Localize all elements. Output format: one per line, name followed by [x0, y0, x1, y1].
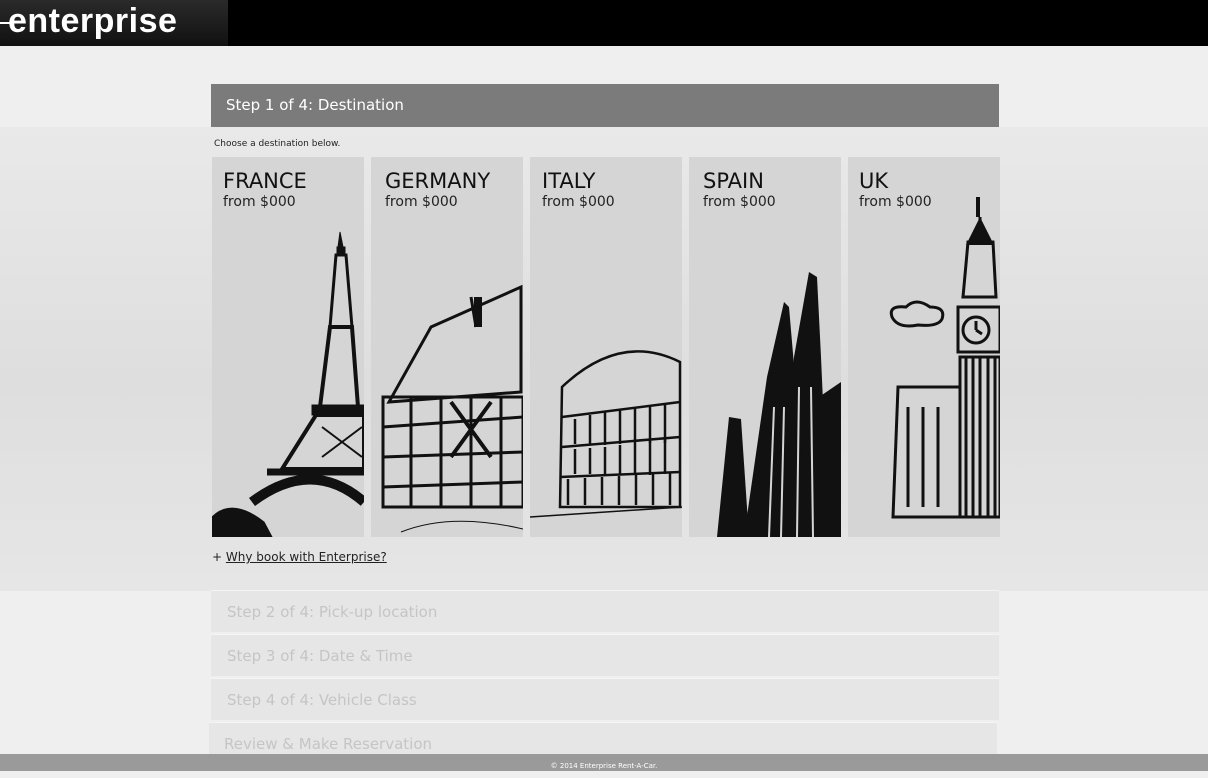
logo[interactable]: enterprise — [0, 0, 228, 46]
step-2-header[interactable]: Step 2 of 4: Pick-up location — [211, 590, 999, 632]
top-bar: enterprise — [0, 0, 1208, 46]
big-ben-icon — [889, 197, 1000, 519]
card-country: ITALY — [542, 169, 596, 193]
card-price: from $000 — [859, 194, 932, 210]
card-price: from $000 — [385, 194, 458, 210]
why-book-link[interactable]: Why book with Enterprise? — [226, 550, 387, 564]
card-price: from $000 — [542, 194, 615, 210]
sagrada-familia-icon — [717, 272, 841, 537]
logo-text: enterprise — [8, 2, 178, 40]
step-3-header[interactable]: Step 3 of 4: Date & Time — [211, 634, 999, 676]
destination-card-germany[interactable]: GERMANY from $000 — [371, 157, 523, 537]
card-price: from $000 — [703, 194, 776, 210]
destination-card-uk[interactable]: UK from $000 — [848, 157, 1000, 537]
step-1-header[interactable]: Step 1 of 4: Destination — [211, 84, 999, 127]
card-country: UK — [859, 169, 889, 193]
instructions-text: Choose a destination below. — [214, 139, 341, 149]
card-country: SPAIN — [703, 169, 764, 193]
card-country: FRANCE — [223, 169, 307, 193]
footer-copyright: © 2014 Enterprise Rent-A-Car. — [0, 754, 1208, 771]
step-4-header[interactable]: Step 4 of 4: Vehicle Class — [211, 678, 999, 720]
expand-plus-icon: + — [212, 550, 223, 564]
card-country: GERMANY — [385, 169, 491, 193]
why-book-section: + Why book with Enterprise? — [212, 550, 387, 564]
half-timbered-house-icon — [381, 284, 523, 533]
card-price: from $000 — [223, 194, 296, 210]
destination-card-italy[interactable]: ITALY from $000 — [530, 157, 682, 537]
destination-card-france[interactable]: FRANCE from $000 — [212, 157, 364, 537]
destination-card-spain[interactable]: SPAIN from $000 — [689, 157, 841, 537]
eiffel-tower-icon — [212, 231, 364, 537]
colosseum-icon — [530, 350, 682, 518]
